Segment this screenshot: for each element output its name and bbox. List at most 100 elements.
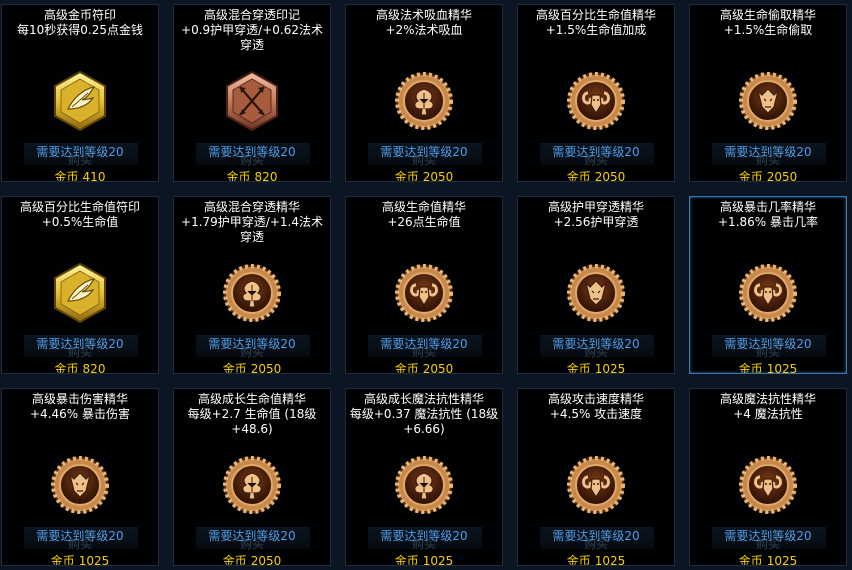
level-requirement: 需要达到等级20 — [208, 145, 296, 159]
rune-description: +0.5%生命值 — [41, 215, 119, 229]
currency-label: 金币 — [566, 170, 591, 182]
rune-description: +0.9护甲穿透/+0.62法术穿透 — [181, 23, 323, 52]
rune-description: +4.46% 暴击伤害 — [30, 407, 130, 421]
rune-card[interactable]: 高级混合穿透精华 +1.79护甲穿透/+1.4法术穿透 购买 需要达到等级20 … — [173, 196, 331, 374]
currency-label: 金币 — [738, 362, 763, 374]
currency-label: 金币 — [222, 554, 247, 566]
ram-icon — [394, 261, 454, 325]
level-requirement: 需要达到等级20 — [552, 529, 640, 543]
price-row: 金币 820 — [2, 360, 158, 373]
price-value: 2050 — [766, 170, 798, 182]
rune-card[interactable]: 高级生命值精华 +26点生命值 购买 需要达到等级20 金币 2050 — [345, 196, 503, 374]
currency-label: 金币 — [738, 554, 763, 566]
ram-icon — [738, 261, 798, 325]
level-requirement: 需要达到等级20 — [36, 337, 124, 351]
currency-label: 金币 — [54, 170, 79, 182]
rune-description: +1.5%生命值加成 — [545, 23, 647, 37]
rune-shop-grid: 高级金币符印 每10秒获得0.25点金钱 购买 需要达到等级20 金币 410 高… — [0, 0, 852, 570]
price-row: 金币 1025 — [690, 552, 846, 566]
gold-wing-icon — [50, 261, 110, 325]
currency-label: 金币 — [566, 554, 591, 566]
level-requirement: 需要达到等级20 — [36, 529, 124, 543]
price-value: 1025 — [78, 554, 110, 566]
rune-card[interactable]: 高级百分比生命值精华 +1.5%生命值加成 购买 需要达到等级20 金币 2050 — [517, 4, 675, 182]
currency-label: 金币 — [226, 170, 251, 182]
price-value: 820 — [254, 170, 278, 182]
price-value: 1025 — [766, 362, 798, 374]
rune-card[interactable]: 高级攻击速度精华 +4.5% 攻击速度 购买 需要达到等级20 金币 1025 — [517, 388, 675, 566]
currency-label: 金币 — [50, 554, 75, 566]
level-requirement: 需要达到等级20 — [380, 529, 468, 543]
price-row: 金币 1025 — [346, 552, 502, 566]
ram-icon — [566, 69, 626, 133]
rune-card[interactable]: 高级暴击几率精华 +1.86% 暴击几率 购买 需要达到等级20 金币 1025 — [689, 196, 847, 374]
rune-description: +1.86% 暴击几率 — [718, 215, 818, 229]
price-row: 金币 1025 — [518, 552, 674, 566]
level-requirement: 需要达到等级20 — [724, 337, 812, 351]
rune-card[interactable]: 高级法术吸血精华 +2%法术吸血 购买 需要达到等级20 金币 2050 — [345, 4, 503, 182]
rune-card[interactable]: 高级魔法抗性精华 +4 魔法抗性 购买 需要达到等级20 金币 1025 — [689, 388, 847, 566]
tree-icon — [222, 261, 282, 325]
price-value: 1025 — [594, 554, 626, 566]
price-value: 1025 — [594, 362, 626, 374]
price-row: 金币 1025 — [518, 360, 674, 374]
rune-card[interactable]: 高级生命偷取精华 +1.5%生命偷取 购买 需要达到等级20 金币 2050 — [689, 4, 847, 182]
rune-title: 高级暴击几率精华 — [719, 200, 816, 214]
rune-title: 高级成长生命值精华 — [197, 392, 306, 406]
crossed-arrows-icon — [222, 69, 282, 133]
rune-card[interactable]: 高级混合穿透印记 +0.9护甲穿透/+0.62法术穿透 购买 需要达到等级20 … — [173, 4, 331, 182]
price-value: 2050 — [422, 362, 454, 374]
price-row: 金币 2050 — [518, 168, 674, 182]
price-row: 金币 410 — [2, 168, 158, 182]
rune-card[interactable]: 高级金币符印 每10秒获得0.25点金钱 购买 需要达到等级20 金币 410 — [1, 4, 159, 182]
price-row: 金币 820 — [174, 168, 330, 182]
dragon-icon — [566, 261, 626, 325]
currency-label: 金币 — [738, 170, 763, 182]
rune-title: 高级生命值精华 — [381, 200, 466, 214]
level-requirement: 需要达到等级20 — [36, 145, 124, 159]
currency-label: 金币 — [394, 170, 419, 182]
level-requirement: 需要达到等级20 — [552, 337, 640, 351]
rune-description: +26点生命值 — [387, 215, 461, 229]
ram-icon — [566, 453, 626, 517]
rune-card[interactable]: 高级暴击伤害精华 +4.46% 暴击伤害 购买 需要达到等级20 金币 1025 — [1, 388, 159, 566]
price-row: 金币 1025 — [690, 360, 846, 374]
rune-title: 高级攻击速度精华 — [547, 392, 644, 406]
tree-icon — [222, 453, 282, 517]
rune-title: 高级生命偷取精华 — [719, 8, 816, 22]
rune-title: 高级法术吸血精华 — [375, 8, 472, 22]
rune-card[interactable]: 高级护甲穿透精华 +2.56护甲穿透 购买 需要达到等级20 金币 1025 — [517, 196, 675, 374]
price-row: 金币 2050 — [346, 168, 502, 182]
rune-card[interactable]: 高级成长生命值精华 每级+2.7 生命值 (18级+48.6) 购买 需要达到等… — [173, 388, 331, 566]
rune-title: 高级魔法抗性精华 — [719, 392, 816, 406]
price-row: 金币 2050 — [690, 168, 846, 182]
price-value: 410 — [82, 170, 106, 182]
price-row: 金币 2050 — [174, 360, 330, 374]
level-requirement: 需要达到等级20 — [724, 145, 812, 159]
level-requirement: 需要达到等级20 — [208, 337, 296, 351]
rune-title: 高级混合穿透印记 — [203, 8, 300, 22]
price-value: 2050 — [250, 362, 282, 374]
price-row: 金币 2050 — [346, 360, 502, 374]
rune-title: 高级护甲穿透精华 — [547, 200, 644, 214]
rune-description: 每10秒获得0.25点金钱 — [17, 23, 143, 37]
tree-icon — [394, 453, 454, 517]
tree-icon — [394, 69, 454, 133]
rune-title: 高级金币符印 — [43, 8, 116, 22]
ram-icon — [738, 453, 798, 517]
currency-label: 金币 — [222, 362, 247, 374]
level-requirement: 需要达到等级20 — [380, 337, 468, 351]
rune-card[interactable]: 高级成长魔法抗性精华 每级+0.37 魔法抗性 (18级+6.66) 购买 需要… — [345, 388, 503, 566]
price-value: 2050 — [250, 554, 282, 566]
rune-description: +2.56护甲穿透 — [553, 215, 639, 229]
currency-label: 金币 — [394, 362, 419, 374]
level-requirement: 需要达到等级20 — [208, 529, 296, 543]
level-requirement: 需要达到等级20 — [380, 145, 468, 159]
price-value: 1025 — [766, 554, 798, 566]
rune-title: 高级混合穿透精华 — [203, 200, 300, 214]
rune-description: +4 魔法抗性 — [733, 407, 803, 421]
rune-card[interactable]: 高级百分比生命值符印 +0.5%生命值 购买 需要达到等级20 金币 820 — [1, 196, 159, 374]
price-value: 1025 — [422, 554, 454, 566]
level-requirement: 需要达到等级20 — [724, 529, 812, 543]
price-value: 2050 — [422, 170, 454, 182]
